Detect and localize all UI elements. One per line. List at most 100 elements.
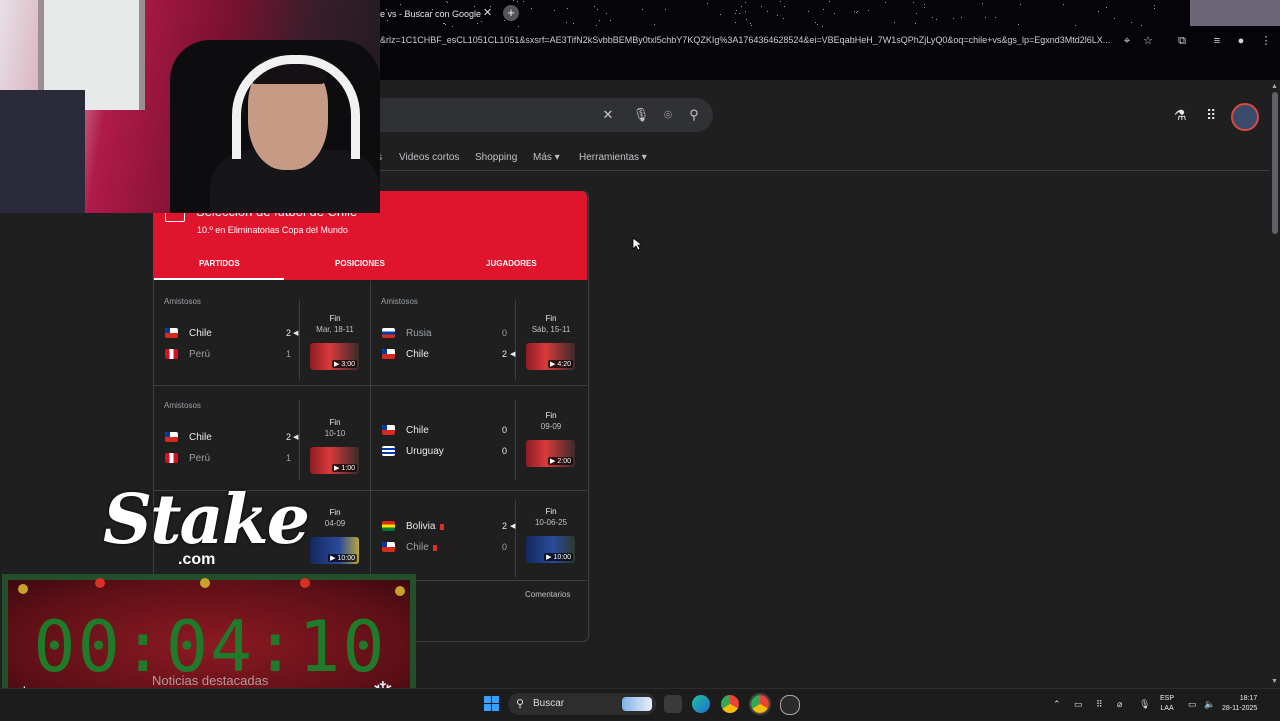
match-status: Fin <box>329 418 341 427</box>
profile-icon[interactable]: ● <box>1234 34 1248 48</box>
match-home-team[interactable]: Chile <box>189 328 212 339</box>
ornament-icon <box>200 578 210 588</box>
match-home-score: 0 <box>501 425 507 435</box>
tab-videos-cortos[interactable]: Videos cortos <box>399 152 459 163</box>
star-decoration <box>1153 8 1155 10</box>
windows-start-icon[interactable] <box>484 696 500 712</box>
chile-flag-icon <box>382 425 395 435</box>
scroll-up-icon[interactable]: ▲ <box>1271 83 1278 90</box>
match-away-team[interactable]: Uruguay <box>406 446 444 457</box>
tab-herramientas[interactable]: Herramientas ▾ <box>579 152 647 163</box>
star-decoration <box>1063 3 1065 5</box>
taskbar-clock[interactable]: 18:17 28-11-2025 <box>1222 694 1257 714</box>
winner-arrow-icon: ◀ <box>510 523 516 530</box>
match-date: Mar, 18-11 <box>316 325 354 334</box>
column-divider <box>515 500 516 578</box>
star-decoration <box>1075 25 1077 27</box>
video-thumbnail[interactable]: ▶ 4:20 <box>526 343 575 370</box>
browser-tab[interactable]: e vs - Buscar con Google <box>380 2 500 26</box>
match-home-score: 2 <box>285 432 291 442</box>
mic-tray-icon[interactable]: 🎙 <box>1139 699 1150 710</box>
star-decoration <box>1020 3 1022 5</box>
star-decoration <box>916 12 918 14</box>
ornament-icon <box>95 578 105 588</box>
webcam-overlay <box>0 0 380 213</box>
scroll-down-icon[interactable]: ▼ <box>1271 678 1278 685</box>
match-home-team[interactable]: Chile <box>189 432 212 443</box>
star-decoration <box>749 22 751 24</box>
network-icon[interactable]: ⌀ <box>1117 699 1122 710</box>
tray-app-icon[interactable]: ▭ <box>1074 699 1083 710</box>
search-icon[interactable]: ⚲ <box>685 106 703 124</box>
winner-arrow-icon: ◀ <box>293 434 299 441</box>
star-decoration <box>530 7 532 9</box>
video-thumbnail[interactable]: ▶ 1:00 <box>310 447 359 474</box>
tab-mas[interactable]: Más ▾ <box>533 152 560 163</box>
comments-link[interactable]: Comentarios <box>525 590 570 599</box>
apps-grid-icon[interactable]: ⠿ <box>1206 107 1216 124</box>
display-icon[interactable]: ▭ <box>1188 699 1197 710</box>
star-decoration <box>829 0 831 2</box>
match-date: 10-10 <box>324 429 346 438</box>
tray-grid-icon[interactable]: ⠿ <box>1096 699 1103 710</box>
star-decoration <box>739 13 740 15</box>
star-decoration <box>1114 17 1116 19</box>
star-decoration <box>924 7 926 9</box>
star-decoration <box>736 9 738 11</box>
star-decoration <box>518 25 519 27</box>
chrome-active-icon[interactable] <box>749 693 771 715</box>
column-divider <box>515 300 516 380</box>
star-decoration <box>931 16 933 18</box>
match-home-team[interactable]: Bolivia <box>406 521 435 532</box>
tab-partidos[interactable]: PARTIDOS <box>199 259 240 268</box>
file-explorer-icon[interactable] <box>664 695 682 713</box>
star-decoration <box>554 10 556 12</box>
star-decoration <box>868 10 870 12</box>
video-thumbnail[interactable]: ▶ 2:00 <box>526 440 575 467</box>
labs-flask-icon[interactable]: ⚗ <box>1174 107 1187 124</box>
tab-posiciones[interactable]: POSICIONES <box>335 259 385 268</box>
match-away-team[interactable]: Chile <box>406 542 429 553</box>
video-duration: ▶ 1:00 <box>332 464 357 472</box>
tray-chevron-icon[interactable]: ⌃ <box>1053 699 1061 710</box>
match-competition: Amistosos <box>164 297 201 306</box>
star-decoration <box>597 9 599 11</box>
search-input[interactable] <box>340 98 713 132</box>
star-decoration <box>593 6 595 8</box>
video-thumbnail[interactable]: ▶ 10:00 <box>526 536 575 563</box>
location-icon[interactable]: ⌖ <box>1120 34 1134 48</box>
video-thumbnail[interactable]: ▶ 3:00 <box>310 343 359 370</box>
match-date: 10-06-25 <box>534 518 568 527</box>
match-home-team[interactable]: Rusia <box>406 328 432 339</box>
team-ranking: 10.º en Eliminatorias Copa del Mundo <box>197 225 348 235</box>
new-tab-button[interactable]: + <box>503 5 519 21</box>
match-away-team[interactable]: Perú <box>189 453 210 464</box>
match-home-score: 2 <box>285 328 291 338</box>
bookmark-star-icon[interactable]: ☆ <box>1141 34 1155 48</box>
match-away-team[interactable]: Chile <box>406 349 429 360</box>
clear-search-icon[interactable]: ✕ <box>599 106 617 124</box>
avatar[interactable] <box>1231 103 1259 131</box>
scrollbar-thumb[interactable] <box>1272 92 1278 234</box>
match-away-team[interactable]: Perú <box>189 349 210 360</box>
tab-shopping[interactable]: Shopping <box>475 152 517 163</box>
chrome-icon[interactable] <box>721 695 739 713</box>
star-decoration <box>751 25 753 27</box>
tab-close-icon[interactable]: ✕ <box>483 6 492 19</box>
app-icon[interactable] <box>780 695 800 715</box>
menu-icon[interactable]: ⋮ <box>1259 34 1273 48</box>
match-home-team[interactable]: Chile <box>406 425 429 436</box>
tab-jugadores[interactable]: JUGADORES <box>486 259 537 268</box>
video-thumbnail[interactable]: ▶ 10:00 <box>310 537 359 564</box>
star-decoration <box>1154 4 1156 6</box>
input-language[interactable]: ESP LAA <box>1160 694 1174 714</box>
star-decoration <box>994 16 996 18</box>
extensions-icon[interactable]: ⧉ <box>1175 34 1189 48</box>
media-icon[interactable]: ≡ <box>1210 34 1224 48</box>
volume-icon[interactable]: 🔈 <box>1204 699 1215 710</box>
lens-icon[interactable]: ⌾ <box>659 106 677 124</box>
edge-icon[interactable] <box>692 695 710 713</box>
mic-icon[interactable]: 🎙 <box>632 106 650 124</box>
star-decoration <box>566 21 568 23</box>
address-bar[interactable]: &rlz=1C1CHBF_esCL1051CL1051&sxsrf=AE3Tif… <box>380 35 1120 45</box>
